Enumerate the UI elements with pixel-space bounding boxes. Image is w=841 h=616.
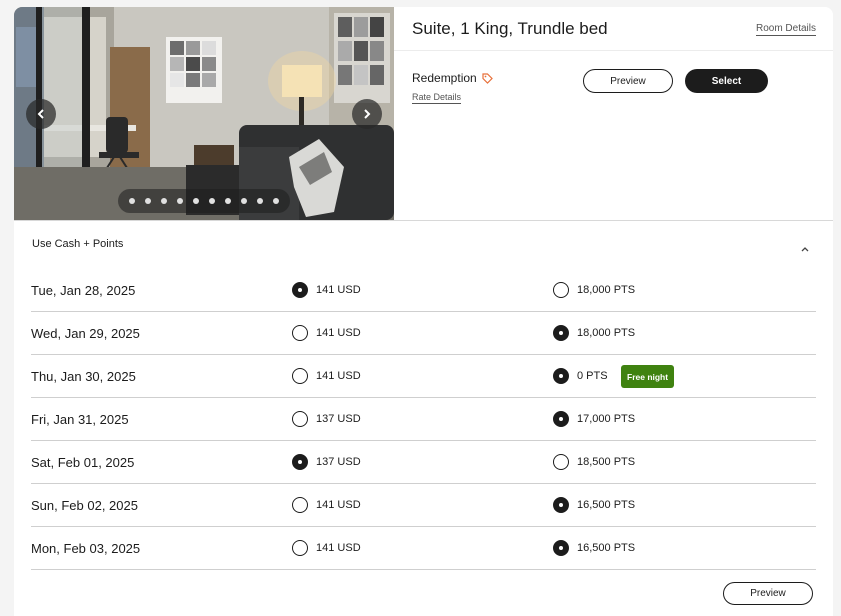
carousel-dot[interactable]: [209, 198, 215, 204]
room-photo-carousel[interactable]: [14, 7, 394, 220]
cash-option[interactable]: 141 USD: [292, 282, 361, 298]
free-night-badge: Free night: [621, 365, 675, 388]
select-button[interactable]: Select: [685, 69, 768, 93]
points-radio[interactable]: [553, 540, 569, 556]
cash-radio[interactable]: [292, 540, 308, 556]
cash-option[interactable]: 137 USD: [292, 411, 361, 427]
carousel-dot[interactable]: [225, 198, 231, 204]
room-rate-card: Suite, 1 King, Trundle bed Room Details …: [14, 7, 833, 616]
cash-option[interactable]: 137 USD: [292, 454, 361, 470]
carousel-dot[interactable]: [129, 198, 135, 204]
cash-radio[interactable]: [292, 368, 308, 384]
cash-amount: 141 USD: [316, 284, 361, 296]
cash-amount: 141 USD: [316, 370, 361, 382]
table-row: Tue, Jan 28, 2025 141 USD 18,000 PTS: [31, 269, 816, 312]
cash-points-label: Use Cash + Points: [32, 238, 124, 250]
cash-radio[interactable]: [292, 282, 308, 298]
points-radio[interactable]: [553, 325, 569, 341]
carousel-dot[interactable]: [257, 198, 263, 204]
cash-amount: 137 USD: [316, 456, 361, 468]
table-row: Wed, Jan 29, 2025 141 USD 18,000 PTS: [31, 312, 816, 355]
points-amount: 18,500 PTS: [577, 456, 636, 468]
table-row: Sun, Feb 02, 2025 141 USD 16,500 PTS: [31, 484, 816, 527]
carousel-dot[interactable]: [193, 198, 199, 204]
row-date: Tue, Jan 28, 2025: [31, 283, 136, 298]
points-radio[interactable]: [553, 282, 569, 298]
points-option[interactable]: 18,000 PTS: [553, 325, 635, 341]
table-row: Sat, Feb 01, 2025 137 USD 18,500 PTS: [31, 441, 816, 484]
points-option[interactable]: 18,500 PTS: [553, 454, 635, 470]
row-date: Thu, Jan 30, 2025: [31, 369, 136, 384]
room-details-link[interactable]: Room Details: [755, 23, 816, 36]
cash-radio[interactable]: [292, 411, 308, 427]
points-amount: 18,000 PTS: [577, 284, 636, 296]
cash-points-table: Tue, Jan 28, 2025 141 USD 18,000 PTS Wed, J…: [31, 269, 816, 570]
row-date: Wed, Jan 29, 2025: [31, 326, 140, 341]
points-option[interactable]: 16,500 PTS: [553, 497, 635, 513]
chevron-left-icon: [37, 109, 44, 119]
cash-radio[interactable]: [292, 454, 308, 470]
preview-bottom-button[interactable]: Preview: [723, 582, 813, 605]
cash-amount: 137 USD: [316, 413, 361, 425]
points-option[interactable]: 0 PTS: [553, 368, 608, 384]
collapse-toggle[interactable]: [800, 240, 810, 258]
rate-name-label: Redemption: [412, 71, 477, 85]
row-date: Fri, Jan 31, 2025: [31, 412, 129, 427]
cash-option[interactable]: 141 USD: [292, 325, 361, 341]
carousel-dot[interactable]: [161, 198, 167, 204]
row-date: Sun, Feb 02, 2025: [31, 498, 138, 513]
carousel-dot[interactable]: [273, 198, 279, 204]
points-option[interactable]: 17,000 PTS: [553, 411, 635, 427]
points-option[interactable]: 18,000 PTS: [553, 282, 635, 298]
points-amount: 17,000 PTS: [577, 413, 636, 425]
carousel-prev-button[interactable]: [26, 99, 56, 129]
points-radio[interactable]: [553, 368, 569, 384]
rate-details-link[interactable]: Rate Details: [412, 92, 462, 104]
chevron-up-icon: [801, 247, 809, 252]
carousel-dot[interactable]: [177, 198, 183, 204]
points-option[interactable]: 16,500 PTS: [553, 540, 635, 556]
carousel-next-button[interactable]: [352, 99, 382, 129]
points-radio[interactable]: [553, 411, 569, 427]
carousel-dot[interactable]: [145, 198, 151, 204]
points-radio[interactable]: [553, 454, 569, 470]
table-row: Mon, Feb 03, 2025 141 USD 16,500 PTS: [31, 527, 816, 570]
cash-option[interactable]: 141 USD: [292, 368, 361, 384]
carousel-dot[interactable]: [241, 198, 247, 204]
preview-button[interactable]: Preview: [583, 69, 673, 93]
carousel-dots[interactable]: [118, 189, 290, 213]
cash-amount: 141 USD: [316, 542, 361, 554]
points-amount: 18,000 PTS: [577, 327, 636, 339]
cash-radio[interactable]: [292, 497, 308, 513]
points-amount: 16,500 PTS: [577, 542, 636, 554]
section-divider: [14, 220, 833, 221]
cash-option[interactable]: 141 USD: [292, 540, 361, 556]
points-amount: 0 PTS: [577, 370, 608, 382]
header-divider: [394, 50, 833, 51]
chevron-right-icon: [364, 109, 371, 119]
cash-amount: 141 USD: [316, 499, 361, 511]
room-title: Suite, 1 King, Trundle bed: [412, 19, 608, 38]
points-radio[interactable]: [553, 497, 569, 513]
cash-option[interactable]: 141 USD: [292, 497, 361, 513]
tag-icon: [481, 72, 493, 84]
cash-amount: 141 USD: [316, 327, 361, 339]
table-row: Fri, Jan 31, 2025 137 USD 17,000 PTS: [31, 398, 816, 441]
rate-name: Redemption: [412, 71, 493, 85]
row-date: Sat, Feb 01, 2025: [31, 455, 135, 470]
row-date: Mon, Feb 03, 2025: [31, 541, 141, 556]
cash-radio[interactable]: [292, 325, 308, 341]
points-amount: 16,500 PTS: [577, 499, 636, 511]
table-row: Thu, Jan 30, 2025 141 USD 0 PTS Free night: [31, 355, 816, 398]
